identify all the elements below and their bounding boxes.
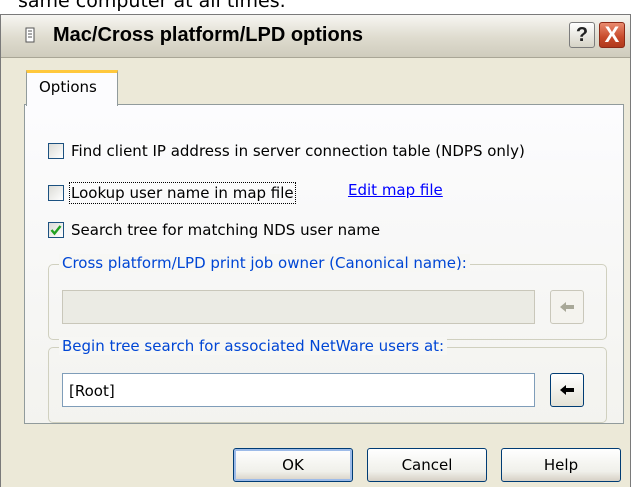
find-client-ip-label: Find client IP address in server connect… — [71, 142, 525, 160]
search-tree-label: Search tree for matching NDS user name — [71, 221, 381, 239]
lookup-user-name-option[interactable]: Lookup user name in map file — [48, 182, 296, 204]
options-panel: Find client IP address in server connect… — [24, 104, 624, 424]
background-caption-text: same computer at all times. — [18, 0, 286, 12]
help-title-button[interactable]: ? — [569, 22, 595, 48]
checkmark-icon — [50, 225, 62, 236]
job-owner-group-label: Cross platform/LPD print job owner (Cano… — [59, 254, 470, 272]
question-icon: ? — [575, 23, 589, 46]
tab-options[interactable]: Options — [26, 70, 118, 106]
search-tree-option[interactable]: Search tree for matching NDS user name — [48, 221, 380, 239]
tree-search-group-label: Begin tree search for associated NetWare… — [59, 337, 448, 355]
tree-search-group: Begin tree search for associated NetWare… — [48, 337, 607, 423]
close-button[interactable]: X — [599, 22, 625, 48]
arrow-left-icon — [560, 385, 574, 395]
arrow-left-icon — [560, 302, 574, 312]
job-owner-field[interactable] — [62, 290, 535, 324]
find-client-ip-checkbox[interactable] — [48, 143, 64, 159]
close-icon: X — [604, 22, 620, 47]
ok-button[interactable]: OK — [233, 448, 353, 482]
help-button[interactable]: Help — [501, 448, 621, 482]
tab-options-label: Options — [39, 78, 97, 96]
lookup-user-name-label: Lookup user name in map file — [69, 182, 296, 204]
find-client-ip-option[interactable]: Find client IP address in server connect… — [48, 142, 525, 160]
search-tree-checkbox[interactable] — [48, 222, 64, 238]
lookup-user-name-checkbox[interactable] — [48, 185, 64, 201]
dialog-title: Mac/Cross platform/LPD options — [53, 24, 364, 46]
printer-config-icon — [25, 27, 35, 43]
options-dialog: Mac/Cross platform/LPD options ? X Optio… — [0, 14, 631, 487]
job-owner-group: Cross platform/LPD print job owner (Cano… — [48, 254, 607, 340]
job-owner-browse-button[interactable] — [550, 290, 584, 324]
tree-search-browse-button[interactable] — [550, 373, 584, 407]
edit-map-file-link[interactable]: Edit map file — [348, 181, 443, 199]
title-bar[interactable]: Mac/Cross platform/LPD options ? X — [1, 15, 630, 58]
cancel-button[interactable]: Cancel — [367, 448, 487, 482]
tree-search-field[interactable]: [Root] — [62, 373, 535, 407]
